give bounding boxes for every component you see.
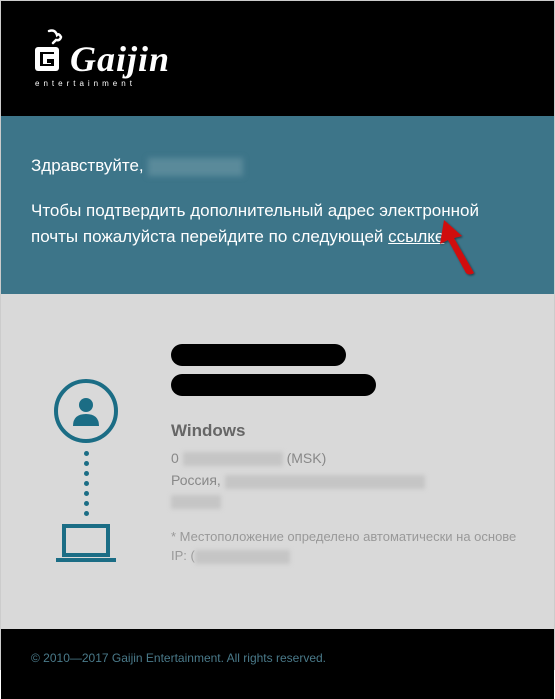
email-footer: © 2010—2017 Gaijin Entertainment. All ri… [1, 629, 554, 699]
tz-label: (MSK) [287, 450, 327, 466]
greeting-line: Здравствуйте, [31, 156, 524, 176]
logo: Gaijin entertainment [31, 29, 170, 88]
logo-text: Gaijin [70, 41, 170, 77]
email-header: Gaijin entertainment [1, 1, 554, 116]
email-container: Gaijin entertainment Здравствуйте, Чтобы… [0, 0, 555, 670]
os-title: Windows [171, 421, 524, 441]
redacted-ip [195, 550, 290, 564]
message-section: Здравствуйте, Чтобы подтвердить дополнит… [1, 116, 554, 294]
user-circle-icon [54, 379, 118, 443]
logo-subtitle: entertainment [35, 79, 170, 88]
date-line: 0 (MSK) [171, 447, 524, 469]
laptop-icon [54, 524, 118, 569]
copyright-text: © 2010—2017 Gaijin Entertainment. All ri… [31, 651, 524, 665]
redacted-location-1 [225, 475, 425, 489]
icon-column [31, 344, 141, 569]
redacted-location-2 [171, 495, 221, 509]
redacted-bar-2 [171, 374, 376, 396]
location-line: Россия, [171, 469, 524, 508]
redacted-bar-1 [171, 344, 346, 366]
info-section: Windows 0 (MSK) Россия, * Местоположение… [1, 294, 554, 629]
confirmation-link[interactable]: ссылке [388, 227, 444, 246]
details-column: Windows 0 (MSK) Россия, * Местоположение… [141, 344, 524, 569]
instruction-text: Чтобы подтвердить дополнительный адрес э… [31, 198, 524, 249]
gaijin-logo-icon [31, 29, 66, 77]
greeting-prefix: Здравствуйте, [31, 156, 148, 175]
connection-dots-icon [84, 451, 89, 516]
date-prefix: 0 [171, 450, 179, 466]
details-box: Windows 0 (MSK) Россия, * Местоположение… [171, 421, 524, 566]
disclaimer-text: * Местоположение определено автоматическ… [171, 527, 524, 566]
country-label: Россия, [171, 472, 225, 488]
redacted-recipient-name [148, 158, 243, 176]
redacted-date [183, 452, 283, 466]
